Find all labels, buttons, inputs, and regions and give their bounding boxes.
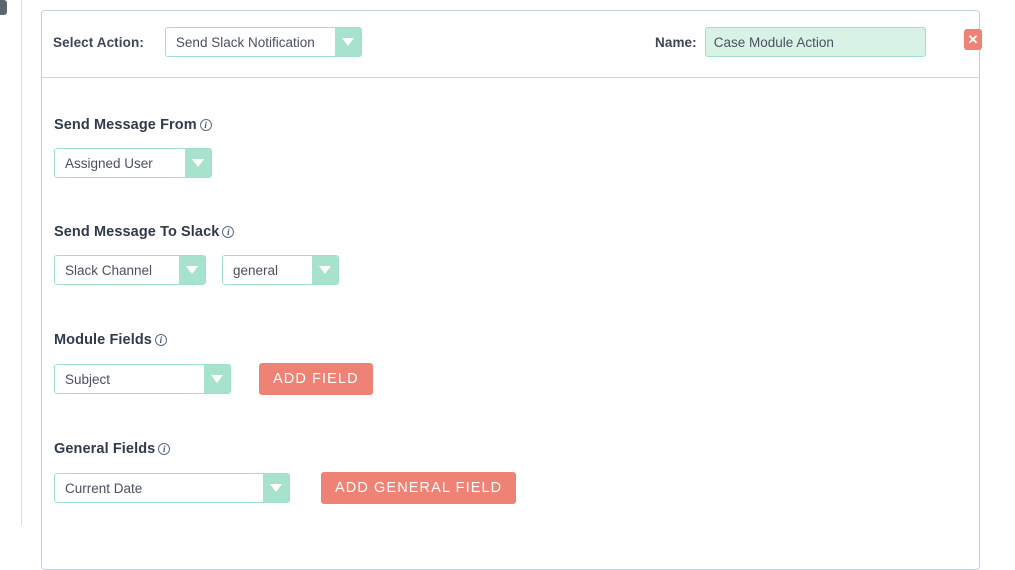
- section-module-fields: Module Fields i Subject ADD FIELD: [54, 332, 373, 395]
- section-send-message-to-slack: Send Message To Slack i Slack Channel ge…: [54, 224, 339, 285]
- action-name-group: Name:: [655, 27, 926, 57]
- chevron-down-icon[interactable]: [204, 365, 230, 393]
- info-icon[interactable]: i: [154, 334, 167, 346]
- header-divider: [42, 77, 979, 78]
- info-icon[interactable]: i: [158, 443, 171, 455]
- page-left-rail: [21, 0, 22, 525]
- slack-channel-select-value: general: [223, 256, 312, 284]
- action-config-card: Select Action: Send Slack Notification N…: [41, 10, 982, 570]
- general-field-select-value: Current Date: [55, 474, 263, 502]
- action-type-select-value: Send Slack Notification: [165, 28, 335, 56]
- chevron-down-icon[interactable]: [312, 256, 338, 284]
- name-label: Name:: [655, 34, 697, 50]
- section-controls-send-message-from: Assigned User: [54, 148, 212, 178]
- chevron-down-icon[interactable]: [179, 256, 205, 284]
- chevron-down-icon[interactable]: [185, 149, 211, 177]
- send-message-from-select[interactable]: Assigned User: [54, 148, 212, 178]
- slack-target-type-select[interactable]: Slack Channel: [54, 255, 206, 285]
- send-message-from-select-value: Assigned User: [55, 149, 185, 177]
- select-action-label: Select Action:: [53, 34, 144, 50]
- section-label-text: General Fields: [54, 441, 156, 457]
- action-type-select[interactable]: Send Slack Notification: [164, 27, 362, 57]
- module-field-select[interactable]: Subject: [54, 364, 231, 394]
- general-field-select[interactable]: Current Date: [54, 473, 290, 503]
- add-field-button[interactable]: ADD FIELD: [259, 363, 373, 395]
- section-send-message-from: Send Message From i Assigned User: [54, 117, 212, 178]
- section-controls-module-fields: Subject ADD FIELD: [54, 363, 373, 395]
- section-controls-general-fields: Current Date ADD GENERAL FIELD: [54, 472, 517, 504]
- card-header: Select Action: Send Slack Notification N…: [42, 11, 982, 77]
- info-icon[interactable]: i: [199, 119, 212, 131]
- slack-target-type-select-value: Slack Channel: [55, 256, 179, 284]
- section-title-module-fields: Module Fields i: [54, 332, 373, 348]
- module-field-select-value: Subject: [55, 365, 204, 393]
- section-general-fields: General Fields i Current Date ADD GENERA…: [54, 441, 517, 504]
- select-action-group: Select Action: Send Slack Notification: [53, 27, 362, 57]
- section-title-send-message-to-slack: Send Message To Slack i: [54, 224, 339, 240]
- chevron-down-icon[interactable]: [334, 28, 361, 56]
- section-controls-send-message-to-slack: Slack Channel general: [54, 255, 339, 285]
- section-label-text: Send Message To Slack: [54, 224, 220, 240]
- close-button[interactable]: ✕: [964, 29, 982, 50]
- section-title-general-fields: General Fields i: [54, 441, 516, 457]
- add-general-field-button[interactable]: ADD GENERAL FIELD: [321, 472, 517, 504]
- section-title-send-message-from: Send Message From i: [54, 117, 212, 133]
- chevron-down-icon[interactable]: [263, 474, 289, 502]
- slack-channel-select[interactable]: general: [222, 255, 339, 285]
- info-icon[interactable]: i: [222, 226, 235, 238]
- offscreen-panel-edge: [0, 0, 7, 15]
- section-label-text: Module Fields: [54, 332, 152, 348]
- section-label-text: Send Message From: [54, 117, 197, 133]
- action-name-input[interactable]: [704, 27, 926, 57]
